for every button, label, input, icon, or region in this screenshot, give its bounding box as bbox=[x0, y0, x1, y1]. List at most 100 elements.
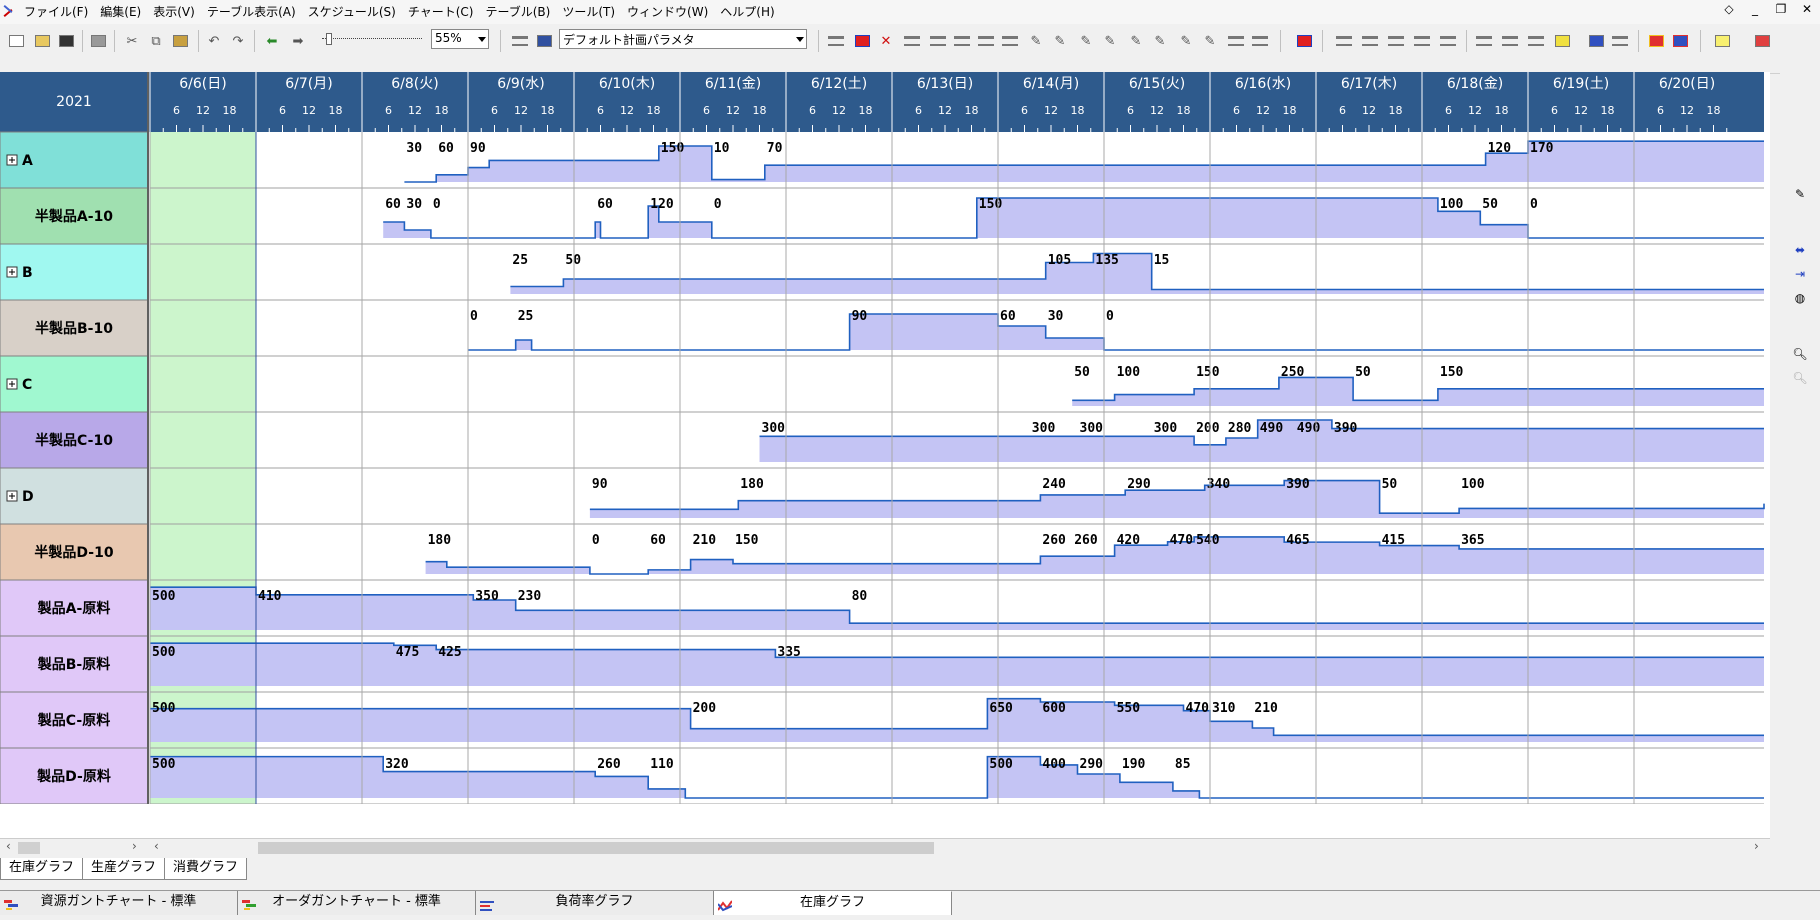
copy-icon[interactable]: ⧉ bbox=[146, 31, 166, 51]
menu-window[interactable]: ウィンドウ(W) bbox=[621, 0, 714, 24]
bar-chart-icon[interactable] bbox=[1586, 31, 1606, 51]
align-a-icon[interactable] bbox=[1334, 31, 1354, 51]
row-label: A bbox=[22, 153, 33, 169]
legend-icon[interactable] bbox=[1646, 31, 1666, 51]
label-scroll-thumb[interactable] bbox=[18, 842, 40, 854]
layout-a-icon[interactable] bbox=[1474, 31, 1494, 51]
zoom-combo[interactable]: 55% bbox=[431, 29, 489, 49]
menu-view[interactable]: 表示(V) bbox=[147, 0, 201, 24]
tool-c-icon[interactable] bbox=[952, 31, 972, 51]
tool-e-icon[interactable] bbox=[1000, 31, 1020, 51]
print-icon[interactable] bbox=[88, 31, 108, 51]
tab-load-rate-graph[interactable]: 負荷率グラフ bbox=[476, 891, 714, 915]
cut-icon[interactable]: ✂ bbox=[122, 31, 142, 51]
side-tool-5-icon[interactable] bbox=[1790, 160, 1810, 180]
minimize-icon[interactable]: _ bbox=[1746, 2, 1764, 16]
new-file-icon[interactable] bbox=[6, 31, 26, 51]
tab-consumption-graph[interactable]: 消費グラフ bbox=[164, 858, 248, 880]
highlight-icon[interactable] bbox=[1552, 31, 1572, 51]
tool-l-icon[interactable]: ✎ bbox=[1176, 31, 1196, 51]
tab-inventory-chart[interactable]: 在庫グラフ bbox=[714, 891, 952, 915]
tab-resource-gantt[interactable]: 資源ガントチャート - 標準 bbox=[0, 891, 238, 915]
help-pointer-icon[interactable]: ◇ bbox=[1720, 2, 1738, 16]
close-icon[interactable]: ✕ bbox=[1798, 2, 1816, 16]
inventory-value-label: 350 bbox=[475, 589, 499, 604]
legend-b-icon[interactable] bbox=[1670, 31, 1690, 51]
zoom-out-icon[interactable]: 🔍︎ bbox=[1790, 368, 1810, 388]
chart-scroll-right-icon[interactable]: › bbox=[1754, 839, 1759, 853]
side-tool-1-icon[interactable] bbox=[1790, 64, 1810, 84]
scroll-right-icon[interactable]: › bbox=[132, 839, 137, 853]
globe-icon[interactable]: ◍ bbox=[1790, 288, 1810, 308]
inventory-value-label: 15 bbox=[1154, 253, 1170, 268]
app-icon[interactable] bbox=[2, 5, 14, 19]
open-folder-icon[interactable] bbox=[32, 31, 52, 51]
column-icon[interactable] bbox=[1610, 31, 1630, 51]
restore-icon[interactable]: ❐ bbox=[1772, 2, 1790, 16]
bar-color-icon[interactable] bbox=[852, 31, 872, 51]
side-tool-10-icon[interactable] bbox=[1790, 320, 1810, 340]
layout-c-icon[interactable] bbox=[1526, 31, 1546, 51]
side-tool-3-icon[interactable] bbox=[1790, 112, 1810, 132]
back-arrow-icon[interactable]: ⬅ bbox=[262, 31, 282, 51]
tool-n-icon[interactable] bbox=[1226, 31, 1246, 51]
chart-scroll-left-icon[interactable]: ‹ bbox=[154, 839, 159, 853]
tool-j-icon[interactable]: ✎ bbox=[1126, 31, 1146, 51]
row-label: 製品C-原料 bbox=[37, 712, 110, 729]
menu-table-view[interactable]: テーブル表示(A) bbox=[201, 0, 302, 24]
help-icon[interactable] bbox=[1752, 31, 1772, 51]
align-b-icon[interactable] bbox=[1360, 31, 1380, 51]
menu-file[interactable]: ファイル(F) bbox=[18, 0, 94, 24]
plan-parameter-combo[interactable]: デフォルト計画パラメタ bbox=[559, 29, 807, 49]
side-tool-4-icon[interactable] bbox=[1790, 136, 1810, 156]
side-tool-2-icon[interactable] bbox=[1790, 88, 1810, 108]
tool-h-icon[interactable]: ✎ bbox=[1076, 31, 1096, 51]
layout-b-icon[interactable] bbox=[1500, 31, 1520, 51]
tool-i-icon[interactable]: ✎ bbox=[1100, 31, 1120, 51]
note-icon[interactable] bbox=[1712, 31, 1732, 51]
side-tool-7-icon[interactable] bbox=[1790, 208, 1810, 228]
menu-chart[interactable]: チャート(C) bbox=[402, 0, 480, 24]
zoom-slider[interactable] bbox=[322, 33, 422, 46]
tool-k-icon[interactable]: ✎ bbox=[1150, 31, 1170, 51]
forward-arrow-icon[interactable]: ➡ bbox=[288, 31, 308, 51]
tool-b-icon[interactable] bbox=[928, 31, 948, 51]
param-list-icon[interactable] bbox=[510, 31, 530, 51]
connect-icon[interactable] bbox=[826, 31, 846, 51]
tab-inventory-graph[interactable]: 在庫グラフ bbox=[0, 858, 84, 880]
horizontal-scrollbar[interactable]: ‹ › ‹ › bbox=[0, 838, 1770, 856]
hour-label: 18 bbox=[753, 104, 767, 117]
tool-d-icon[interactable] bbox=[976, 31, 996, 51]
save-icon[interactable] bbox=[56, 31, 76, 51]
menu-help[interactable]: ヘルプ(H) bbox=[714, 0, 780, 24]
inventory-value-label: 230 bbox=[518, 589, 542, 604]
menu-tools[interactable]: ツール(T) bbox=[556, 0, 621, 24]
side-tool-9-icon[interactable]: ⇥ bbox=[1790, 264, 1810, 284]
scroll-left-icon[interactable]: ‹ bbox=[6, 839, 11, 853]
paste-icon[interactable] bbox=[170, 31, 190, 51]
inventory-value-label: 150 bbox=[1440, 365, 1464, 380]
redo-icon[interactable]: ↷ bbox=[228, 31, 248, 51]
hour-label: 6 bbox=[385, 104, 392, 117]
side-tool-8-icon[interactable]: ⬌ bbox=[1790, 240, 1810, 260]
tool-g-icon[interactable]: ✎ bbox=[1050, 31, 1070, 51]
delete-icon[interactable]: ✕ bbox=[876, 31, 896, 51]
tool-o-icon[interactable] bbox=[1250, 31, 1270, 51]
align-d-icon[interactable] bbox=[1412, 31, 1432, 51]
chart-scroll-thumb[interactable] bbox=[258, 842, 934, 854]
tool-a-icon[interactable] bbox=[902, 31, 922, 51]
align-c-icon[interactable] bbox=[1386, 31, 1406, 51]
tab-production-graph[interactable]: 生産グラフ bbox=[82, 858, 166, 880]
menu-schedule[interactable]: スケジュール(S) bbox=[302, 0, 402, 24]
param-tree-icon[interactable] bbox=[534, 31, 554, 51]
zoom-in-icon[interactable]: 🔍︎ bbox=[1790, 344, 1810, 364]
color-legend-icon[interactable] bbox=[1294, 31, 1314, 51]
menu-table[interactable]: テーブル(B) bbox=[479, 0, 556, 24]
side-tool-6-icon[interactable]: ✎ bbox=[1790, 184, 1810, 204]
tool-f-icon[interactable]: ✎ bbox=[1026, 31, 1046, 51]
tab-order-gantt[interactable]: オーダガントチャート - 標準 bbox=[238, 891, 476, 915]
align-e-icon[interactable] bbox=[1438, 31, 1458, 51]
undo-icon[interactable]: ↶ bbox=[204, 31, 224, 51]
menu-edit[interactable]: 編集(E) bbox=[94, 0, 147, 24]
tool-m-icon[interactable]: ✎ bbox=[1200, 31, 1220, 51]
